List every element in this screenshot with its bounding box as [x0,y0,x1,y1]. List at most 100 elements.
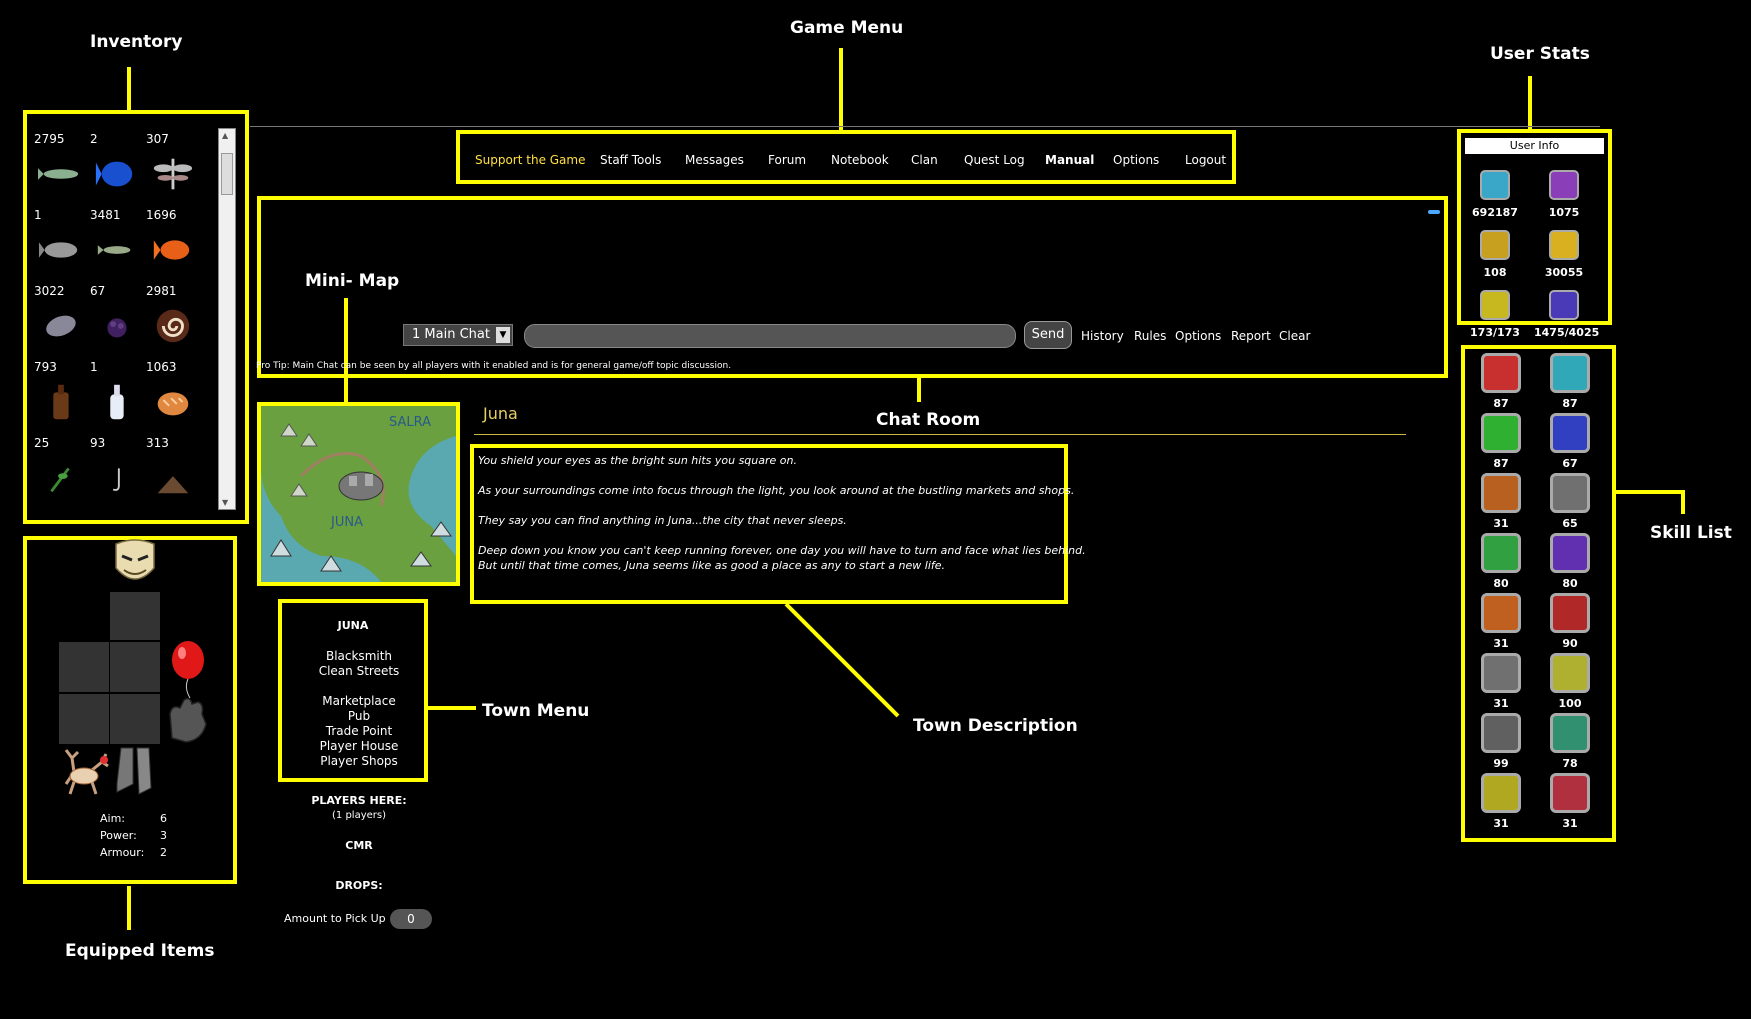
skill-value: 31 [1493,637,1509,650]
inventory-slot[interactable]: 2981 [146,284,202,368]
bottle-icon[interactable] [38,382,82,422]
menu-item-notebook[interactable]: Notebook [831,153,889,167]
equip-slot-body[interactable] [110,642,160,692]
anvil-icon[interactable] [1550,593,1590,633]
inventory-slot[interactable]: 1063 [146,360,202,444]
dragonfly-icon[interactable] [150,154,194,194]
blue-fish-icon[interactable] [94,154,138,194]
mini-map[interactable]: SALRA JUNA [261,406,456,582]
scroll-down-icon[interactable]: ▼ [222,498,228,507]
inventory-slot[interactable]: 3022 [34,284,90,368]
chevron-down-icon[interactable]: ▼ [496,327,510,343]
equip-slot-legs[interactable] [110,694,160,744]
inventory-slot[interactable]: 793 [34,360,90,444]
inventory-slot[interactable]: 67 [90,284,146,368]
inventory-scrollbar[interactable]: ▲ ▼ [218,128,236,510]
chat-link-options[interactable]: Options [1175,329,1221,343]
equip-slot-left[interactable] [59,642,109,692]
item-icon[interactable] [150,458,194,498]
equip-slot-head[interactable] [110,592,160,640]
chat-minimize-button[interactable] [1428,210,1440,214]
boots-icon[interactable] [113,744,159,798]
chat-channel-label: 1 Main Chat [412,327,490,342]
skill-value: 90 [1562,637,1578,650]
reindeer-icon[interactable] [58,744,112,798]
chat-link-report[interactable]: Report [1231,329,1271,343]
wand-icon[interactable] [1550,533,1590,573]
small-fish-icon[interactable] [94,230,138,270]
chat-link-history[interactable]: History [1081,329,1124,343]
menu-item-forum[interactable]: Forum [768,153,806,167]
menu-item-staff-tools[interactable]: Staff Tools [600,153,661,167]
menu-item-messages[interactable]: Messages [685,153,744,167]
swiss-roll-icon[interactable] [150,306,194,346]
heart-icon[interactable] [1481,413,1521,453]
mask-icon[interactable] [110,538,160,590]
town-link-blacksmith[interactable]: Blacksmith [289,649,429,663]
hook-icon[interactable] [94,458,138,498]
flat-fish-icon[interactable] [38,306,82,346]
inventory-count: 67 [90,284,106,298]
inventory-count: 3022 [34,284,65,298]
blade-icon[interactable] [1550,653,1590,693]
blackberry-icon[interactable] [94,306,138,346]
town-link-player-house[interactable]: Player House [289,739,429,753]
scroll-up-icon[interactable]: ▲ [222,131,228,140]
inventory-slot[interactable]: 1 [34,208,90,292]
menu-item-options[interactable]: Options [1113,153,1159,167]
glove-icon[interactable] [162,694,212,746]
keyhole-icon[interactable] [1481,713,1521,753]
pickup-amount-input[interactable]: 0 [390,909,432,929]
sickle-icon[interactable] [1481,473,1521,513]
town-link-trade-point[interactable]: Trade Point [289,724,429,738]
scroll-thumb[interactable] [221,153,233,195]
town-link-pub[interactable]: Pub [289,709,429,723]
balloon-icon[interactable] [168,640,208,700]
chat-channel-select[interactable]: 1 Main Chat ▼ [403,324,513,346]
milk-bottle-icon[interactable] [94,382,138,422]
menu-item-support-the-game[interactable]: Support the Game [475,153,585,167]
shield-icon[interactable] [1550,353,1590,393]
pickaxe-icon[interactable] [1550,473,1590,513]
boot-icon[interactable] [1481,773,1521,813]
swords-icon[interactable] [1481,353,1521,393]
grey-fish-icon[interactable] [38,230,82,270]
inventory-slot[interactable]: 2795 [34,132,90,216]
chat-link-clear[interactable]: Clear [1279,329,1310,343]
menu-item-logout[interactable]: Logout [1185,153,1226,167]
inventory-slot[interactable]: 25 [34,436,90,520]
bread-icon[interactable] [150,382,194,422]
location-name: Juna [483,404,518,423]
town-link-marketplace[interactable]: Marketplace [289,694,429,708]
inventory-count: 25 [34,436,50,450]
inventory-slot[interactable]: 93 [90,436,146,520]
inventory-slot[interactable]: 2 [90,132,146,216]
chat-message-input[interactable] [524,324,1016,348]
stat-value: 1075 [1548,206,1580,219]
inventory-slot[interactable]: 1696 [146,208,202,292]
chat-link-rules[interactable]: Rules [1134,329,1166,343]
inventory-slot[interactable]: 1 [90,360,146,444]
needle-icon[interactable] [1550,713,1590,753]
town-link-player-shops[interactable]: Player Shops [289,754,429,768]
claw-icon[interactable] [1550,773,1590,813]
menu-item-clan[interactable]: Clan [911,153,938,167]
inventory-slot[interactable]: 313 [146,436,202,520]
inventory-slot[interactable]: 307 [146,132,202,216]
connector-line [1528,76,1532,130]
crossbow-icon[interactable] [1550,413,1590,453]
menu-item-quest-log[interactable]: Quest Log [964,153,1025,167]
house-icon[interactable] [1481,653,1521,693]
ingot-icon[interactable] [1481,593,1521,633]
herb-icon[interactable] [38,458,82,498]
town-link-clean-streets[interactable]: Clean Streets [289,664,429,678]
inventory-count: 313 [146,436,169,450]
hammer-icon[interactable] [1481,533,1521,573]
inventory-slot[interactable]: 3481 [90,208,146,292]
orange-fish-icon[interactable] [150,230,194,270]
equip-slot-legs-left[interactable] [59,694,109,744]
player-link[interactable]: CMR [289,839,429,852]
menu-item-manual[interactable]: Manual [1045,153,1094,167]
send-button[interactable]: Send [1024,321,1072,349]
fish-icon[interactable] [38,154,82,194]
